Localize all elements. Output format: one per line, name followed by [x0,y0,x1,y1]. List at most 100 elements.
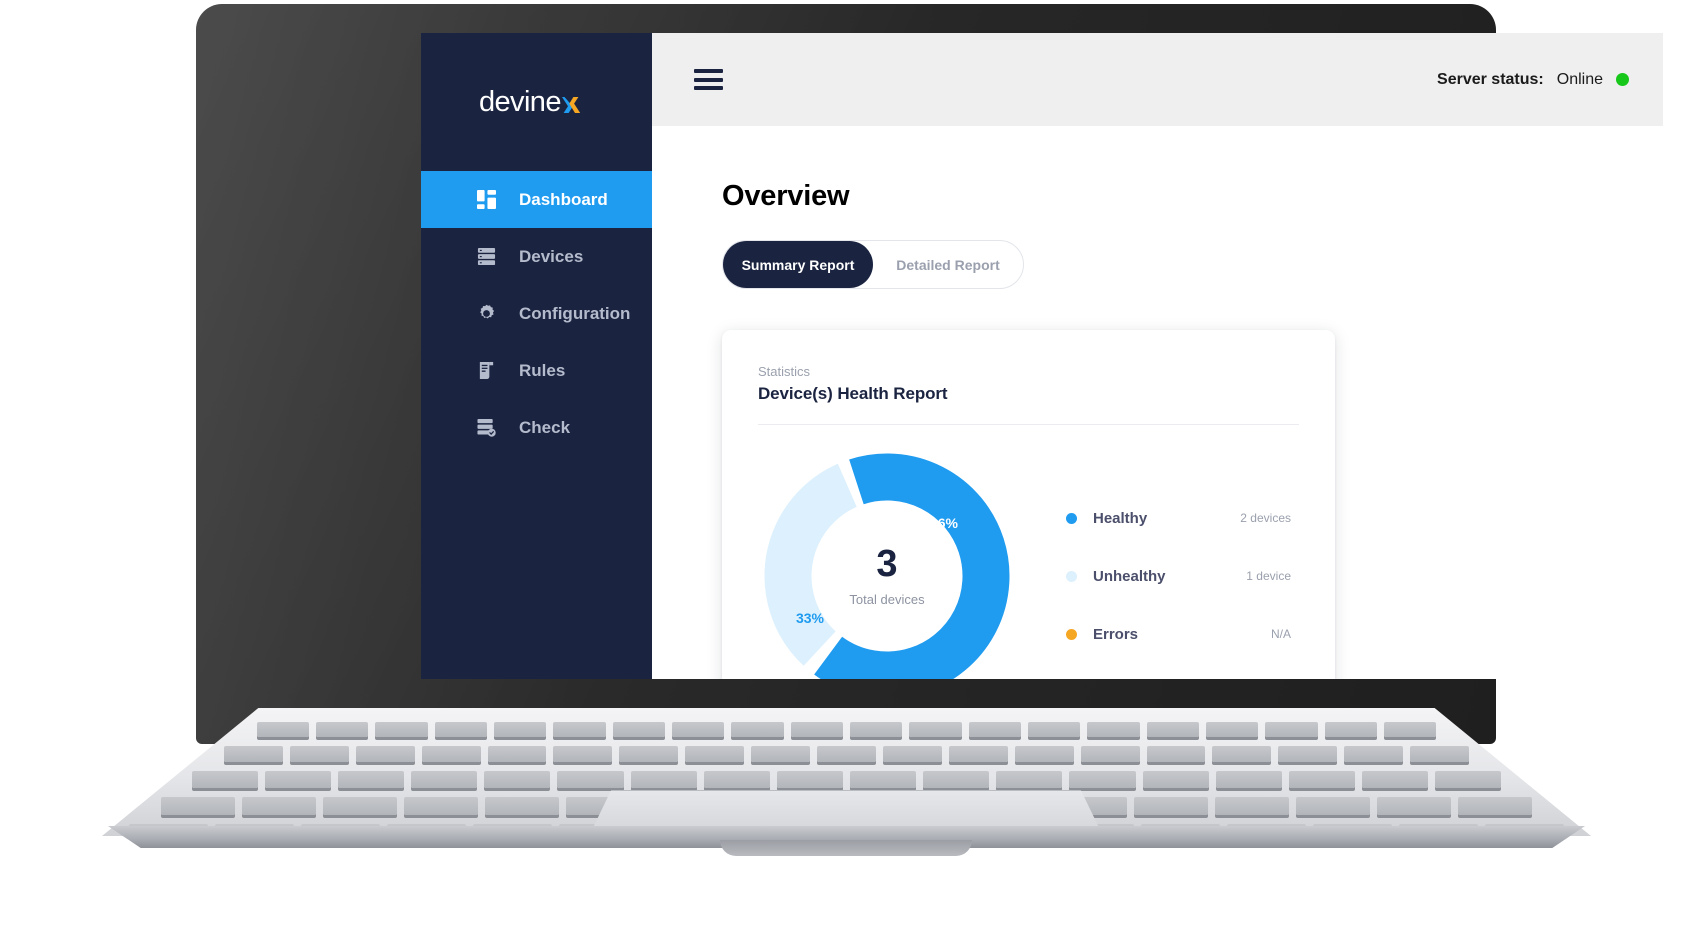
keyboard-key[interactable] [1142,771,1209,788]
page-title: Overview [722,180,850,212]
keyboard-key[interactable] [882,746,942,762]
keyboard-key[interactable] [487,746,547,762]
keyboard-key[interactable] [493,722,547,737]
x-logo-icon [561,96,581,113]
sidebar-item-dashboard[interactable]: Dashboard [421,171,652,228]
keyboard-key[interactable] [403,797,478,815]
hamburger-bar [694,86,723,90]
brand-logo[interactable]: devine [421,33,652,171]
topbar: Server status: Online [652,33,1663,126]
keyboard-key[interactable] [685,746,745,762]
keyboard-key[interactable] [1362,771,1429,788]
scroll-icon [477,361,496,380]
keyboard-key[interactable] [612,722,665,737]
keyboard-key[interactable] [1324,722,1378,737]
keyboard-key[interactable] [817,746,876,762]
keyboard-key[interactable] [671,722,725,737]
keyboard-key[interactable] [948,746,1008,762]
keyboard-key[interactable] [1410,746,1469,762]
keyboard-key[interactable] [968,722,1022,737]
legend-dot-icon [1066,628,1077,640]
keyboard-key[interactable] [1435,771,1502,788]
keyboard-key[interactable] [1377,797,1452,815]
keyboard-key[interactable] [553,746,613,762]
keyboard-key[interactable] [1265,722,1318,737]
keyboard-key[interactable] [850,771,917,788]
brand-x-mark [561,86,581,119]
hamburger-bar [694,77,723,82]
keyboard-key[interactable] [485,797,560,815]
keyboard-key[interactable] [630,771,697,788]
keyboard-key[interactable] [1080,746,1140,762]
keyboard-key[interactable] [1014,746,1074,762]
hamburger-bar [694,69,723,73]
keyboard-key[interactable] [434,722,487,737]
keyboard-key[interactable] [191,771,258,788]
sidebar-item-configuration[interactable]: Configuration [421,285,652,342]
brand-text-main: devine [479,85,561,118]
keyboard-key[interactable] [1344,746,1404,762]
keyboard-key[interactable] [923,771,990,788]
hamburger-icon[interactable] [694,69,723,90]
app-window: devine Dashboard Devices Configuration R… [421,33,1663,679]
keyboard-key[interactable] [1212,746,1272,762]
keyboard-key[interactable] [776,771,843,788]
keyboard-key[interactable] [256,722,309,737]
keyboard-key[interactable] [421,746,481,762]
server-icon [477,247,496,266]
keyboard-key[interactable] [1215,771,1282,788]
keyboard-key[interactable] [484,771,551,788]
legend-item-unhealthy[interactable]: Unhealthy 1 device [1066,559,1291,594]
tab-summary-report[interactable]: Summary Report [723,241,873,288]
keyboard-key[interactable] [850,722,903,737]
keyboard-key[interactable] [909,722,962,737]
legend-label: Healthy [1093,509,1148,527]
sidebar-item-rules[interactable]: Rules [421,342,652,399]
keyboard-key[interactable] [1146,746,1206,762]
keyboard-key[interactable] [322,797,397,815]
chart-legend: Healthy 2 devices Unhealthy 1 device Err… [1016,501,1299,652]
gear-icon [477,304,496,323]
keyboard-key[interactable] [411,771,478,788]
keyboard-key[interactable] [1069,771,1136,788]
keyboard-key[interactable] [1384,722,1437,737]
keyboard-key[interactable] [1288,771,1356,788]
legend-item-errors[interactable]: Errors N/A [1066,617,1291,652]
keyboard-key[interactable] [1296,797,1371,815]
keyboard-key[interactable] [289,746,349,762]
keyboard-key[interactable] [1214,797,1290,815]
keyboard-key[interactable] [790,722,843,737]
keyboard-key[interactable] [557,771,624,788]
server-status-value: Online [1556,70,1603,88]
legend-item-healthy[interactable]: Healthy 2 devices [1066,501,1291,536]
sidebar: devine Dashboard Devices Configuration R… [421,33,652,679]
keyboard-key[interactable] [1146,722,1200,737]
keyboard-key[interactable] [337,771,405,788]
keyboard-key[interactable] [241,797,316,815]
keyboard-key[interactable] [996,771,1063,788]
keyboard-key[interactable] [160,797,235,815]
legend-value: 2 devices [1240,511,1291,525]
keyboard-key[interactable] [315,722,369,737]
keyboard-key[interactable] [375,722,428,737]
keyboard-key[interactable] [1458,797,1533,815]
sidebar-item-devices[interactable]: Devices [421,228,652,285]
tab-detailed-report[interactable]: Detailed Report [873,241,1023,288]
keyboard-key[interactable] [703,771,770,788]
keyboard-key[interactable] [224,746,283,762]
keyboard-key[interactable] [751,746,811,762]
keyboard-key[interactable] [355,746,415,762]
brand-text: devine [479,86,581,119]
keyboard-key[interactable] [619,746,679,762]
keyboard-key[interactable] [553,722,606,737]
keyboard-key[interactable] [1206,722,1259,737]
sidebar-item-label: Devices [519,246,584,266]
legend-dot-icon [1066,512,1077,524]
sidebar-item-check[interactable]: Check [421,399,652,456]
keyboard-key[interactable] [731,722,784,737]
keyboard-key[interactable] [1133,797,1208,815]
keyboard-key[interactable] [1087,722,1140,737]
keyboard-key[interactable] [1278,746,1338,762]
keyboard-key[interactable] [264,771,331,788]
keyboard-key[interactable] [1028,722,1081,737]
